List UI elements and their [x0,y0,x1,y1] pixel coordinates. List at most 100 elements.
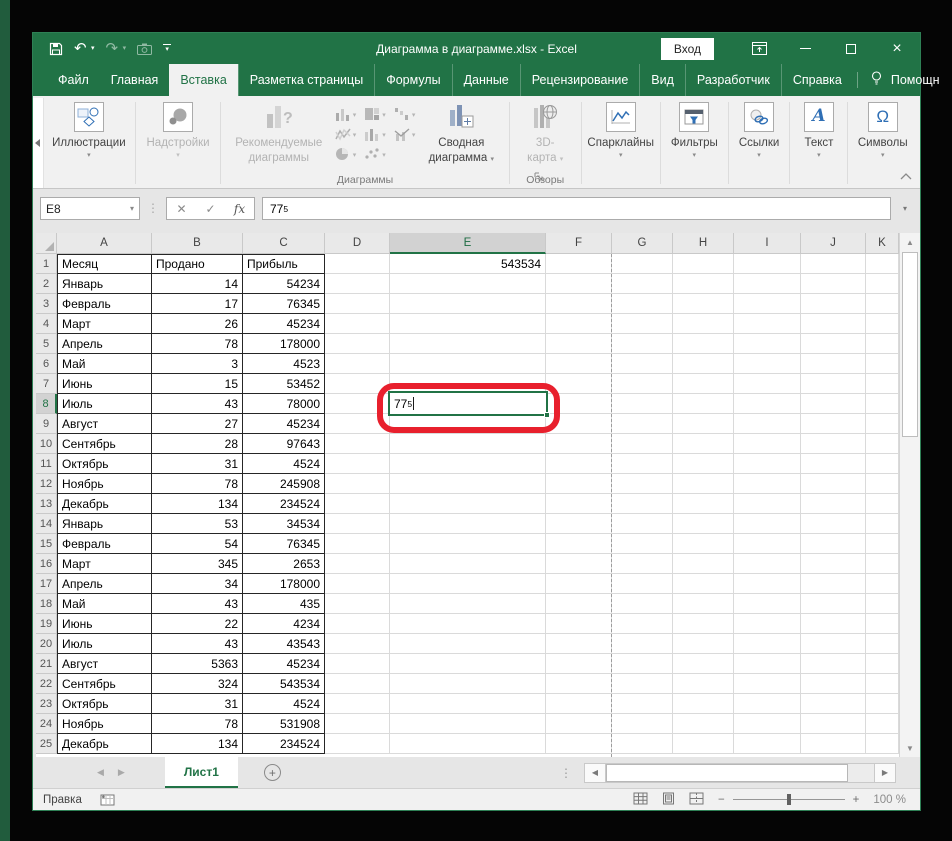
cell-E1[interactable]: 543534 [390,254,546,274]
cell-J12[interactable] [801,474,866,494]
cell-E3[interactable] [390,294,546,314]
cell-J20[interactable] [801,634,866,654]
cell-E2[interactable] [390,274,546,294]
cell-J10[interactable] [801,434,866,454]
sheet-tab-list1[interactable]: Лист1 [164,757,238,788]
tab-page-layout[interactable]: Разметка страницы [237,64,374,96]
cell-F6[interactable] [546,354,612,374]
row-header-3[interactable]: 3 [36,294,57,314]
cell-G12[interactable] [612,474,673,494]
cell-K18[interactable] [866,594,899,614]
cell-F16[interactable] [546,554,612,574]
cell-K13[interactable] [866,494,899,514]
cell-H9[interactable] [673,414,734,434]
cell-F12[interactable] [546,474,612,494]
cell-K24[interactable] [866,714,899,734]
select-all-corner[interactable] [36,233,57,254]
cell-I11[interactable] [734,454,801,474]
cell-B7[interactable]: 15 [152,374,243,394]
column-header-D[interactable]: D [325,233,390,254]
cell-C22[interactable]: 543534 [243,674,325,694]
cell-D6[interactable] [325,354,390,374]
row-header-19[interactable]: 19 [36,614,57,634]
undo-button[interactable]: ↶ ▾ [74,40,95,58]
cell-C1[interactable]: Прибыль [243,254,325,274]
cell-G2[interactable] [612,274,673,294]
tab-data[interactable]: Данные [451,64,520,96]
row-header-6[interactable]: 6 [36,354,57,374]
cell-A6[interactable]: Май [57,354,152,374]
cell-J5[interactable] [801,334,866,354]
cell-C20[interactable]: 43543 [243,634,325,654]
pie-chart-button[interactable]: ▾ [335,147,356,164]
cell-C4[interactable]: 45234 [243,314,325,334]
cell-F17[interactable] [546,574,612,594]
cell-G21[interactable] [612,654,673,674]
treemap-chart-button[interactable]: ▾ [364,107,386,124]
cell-H19[interactable] [673,614,734,634]
cell-I10[interactable] [734,434,801,454]
cell-F19[interactable] [546,614,612,634]
cell-K6[interactable] [866,354,899,374]
column-header-E[interactable]: E [390,233,546,254]
map-3d-button[interactable]: 3D- карта ▾ [527,100,563,165]
cell-A14[interactable]: Январь [57,514,152,534]
row-header-12[interactable]: 12 [36,474,57,494]
cell-D1[interactable] [325,254,390,274]
cell-K14[interactable] [866,514,899,534]
cell-H16[interactable] [673,554,734,574]
cell-C3[interactable]: 76345 [243,294,325,314]
tell-me-label[interactable]: Помощн [891,73,940,87]
cell-B12[interactable]: 78 [152,474,243,494]
cell-J16[interactable] [801,554,866,574]
cell-H20[interactable] [673,634,734,654]
column-header-F[interactable]: F [546,233,612,254]
cell-D20[interactable] [325,634,390,654]
redo-button[interactable]: ↷ ▾ [106,40,127,58]
cell-F18[interactable] [546,594,612,614]
cell-B14[interactable]: 53 [152,514,243,534]
cell-B23[interactable]: 31 [152,694,243,714]
cell-J18[interactable] [801,594,866,614]
cell-C25[interactable]: 234524 [243,734,325,754]
cell-D21[interactable] [325,654,390,674]
cell-J13[interactable] [801,494,866,514]
cell-A5[interactable]: Апрель [57,334,152,354]
cell-E16[interactable] [390,554,546,574]
cell-K3[interactable] [866,294,899,314]
cell-G23[interactable] [612,694,673,714]
cell-A23[interactable]: Октябрь [57,694,152,714]
cell-D11[interactable] [325,454,390,474]
cell-H11[interactable] [673,454,734,474]
formula-input[interactable]: 77 5 [262,197,891,220]
cell-I6[interactable] [734,354,801,374]
cell-B1[interactable]: Продано [152,254,243,274]
cell-G5[interactable] [612,334,673,354]
cell-B3[interactable]: 17 [152,294,243,314]
cell-D18[interactable] [325,594,390,614]
cell-C10[interactable]: 97643 [243,434,325,454]
cell-E22[interactable] [390,674,546,694]
cell-F11[interactable] [546,454,612,474]
ribbon-display-options-button[interactable] [736,33,782,64]
cell-J11[interactable] [801,454,866,474]
cell-G4[interactable] [612,314,673,334]
tab-help[interactable]: Справка [780,64,853,96]
cell-G15[interactable] [612,534,673,554]
cell-H10[interactable] [673,434,734,454]
cell-H8[interactable] [673,394,734,414]
cell-J8[interactable] [801,394,866,414]
cell-A21[interactable]: Август [57,654,152,674]
cell-D17[interactable] [325,574,390,594]
cell-K19[interactable] [866,614,899,634]
cell-D14[interactable] [325,514,390,534]
zoom-slider[interactable] [732,794,845,805]
cell-I23[interactable] [734,694,801,714]
scroll-left-icon[interactable]: ◀ [584,762,606,783]
cell-B15[interactable]: 54 [152,534,243,554]
cell-I5[interactable] [734,334,801,354]
minimize-button[interactable] [782,33,828,64]
cell-B11[interactable]: 31 [152,454,243,474]
horizontal-scroll-thumb[interactable] [606,763,848,782]
collapse-ribbon-button[interactable] [900,171,912,183]
